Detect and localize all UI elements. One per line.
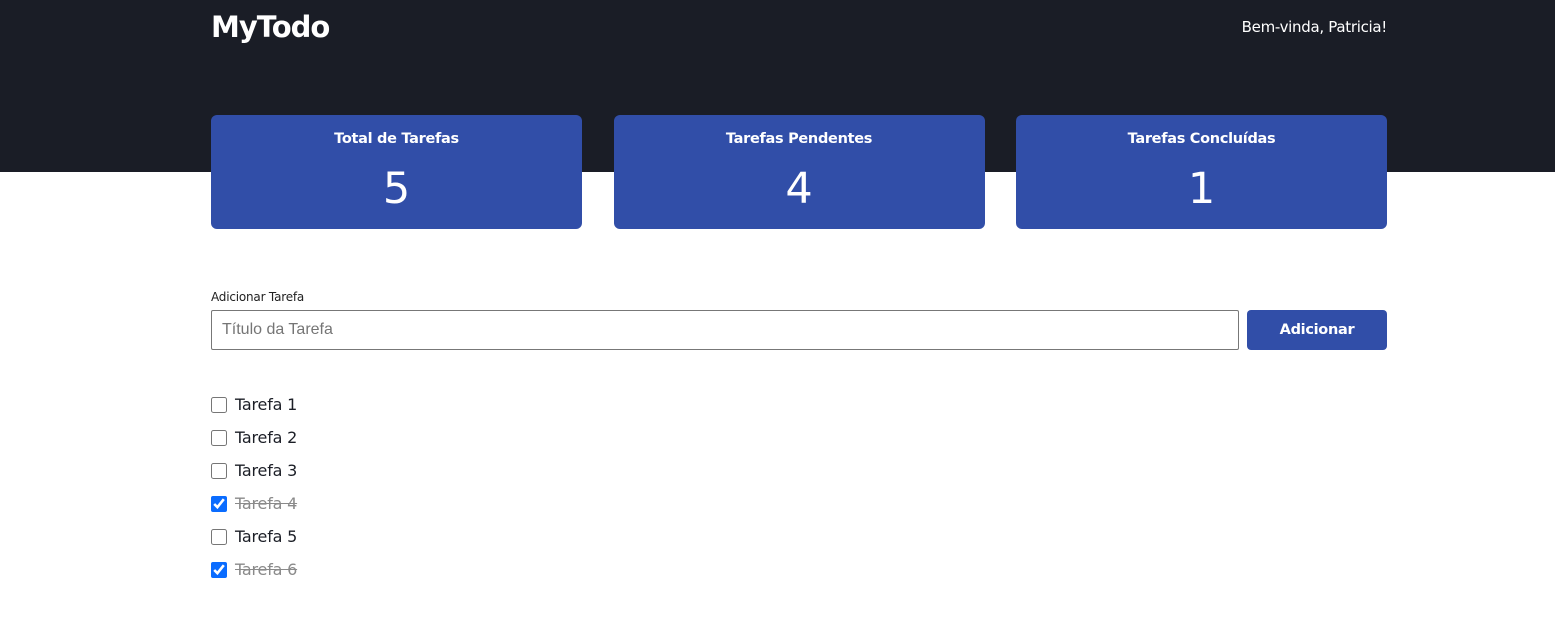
stat-card-completed: Tarefas Concluídas 1 (1016, 115, 1387, 229)
task-item: Tarefa 4 (211, 487, 297, 520)
task-title-input[interactable] (211, 310, 1239, 350)
task-label[interactable]: Tarefa 4 (235, 494, 297, 513)
stat-card-value: 4 (785, 164, 813, 214)
task-checkbox[interactable] (211, 528, 227, 545)
stats-cards: Total de Tarefas 5 Tarefas Pendentes 4 T… (211, 115, 1387, 229)
stat-card-title: Tarefas Pendentes (725, 131, 873, 147)
task-checkbox[interactable] (211, 561, 227, 578)
welcome-message: Bem-vinda, Patricia! (1241, 18, 1388, 36)
task-item: Tarefa 2 (211, 421, 297, 454)
stat-card-pending: Tarefas Pendentes 4 (613, 115, 985, 229)
task-label[interactable]: Tarefa 3 (235, 461, 297, 480)
task-label[interactable]: Tarefa 2 (235, 428, 297, 447)
task-checkbox[interactable] (211, 429, 227, 446)
app-logo[interactable]: MyTodo (211, 10, 330, 44)
task-list: Tarefa 1 Tarefa 2 Tarefa 3 Tarefa 4 Tare… (211, 388, 297, 586)
add-task-label: Adicionar Tarefa (211, 290, 305, 304)
stat-card-value: 1 (1187, 164, 1216, 214)
task-label[interactable]: Tarefa 5 (235, 527, 297, 546)
task-checkbox[interactable] (211, 495, 227, 512)
task-checkbox[interactable] (211, 396, 227, 413)
stat-card-total: Total de Tarefas 5 (211, 115, 582, 229)
task-item: Tarefa 3 (211, 454, 297, 487)
task-checkbox[interactable] (211, 462, 227, 479)
stat-card-title: Tarefas Concluídas (1127, 131, 1276, 147)
stat-card-title: Total de Tarefas (334, 131, 459, 147)
task-label[interactable]: Tarefa 6 (235, 560, 297, 579)
stat-card-value: 5 (382, 164, 411, 214)
add-task-button[interactable]: Adicionar (1247, 310, 1387, 350)
task-item: Tarefa 1 (211, 388, 297, 421)
task-item: Tarefa 6 (211, 553, 297, 586)
task-item: Tarefa 5 (211, 520, 297, 553)
task-label[interactable]: Tarefa 1 (235, 395, 297, 414)
